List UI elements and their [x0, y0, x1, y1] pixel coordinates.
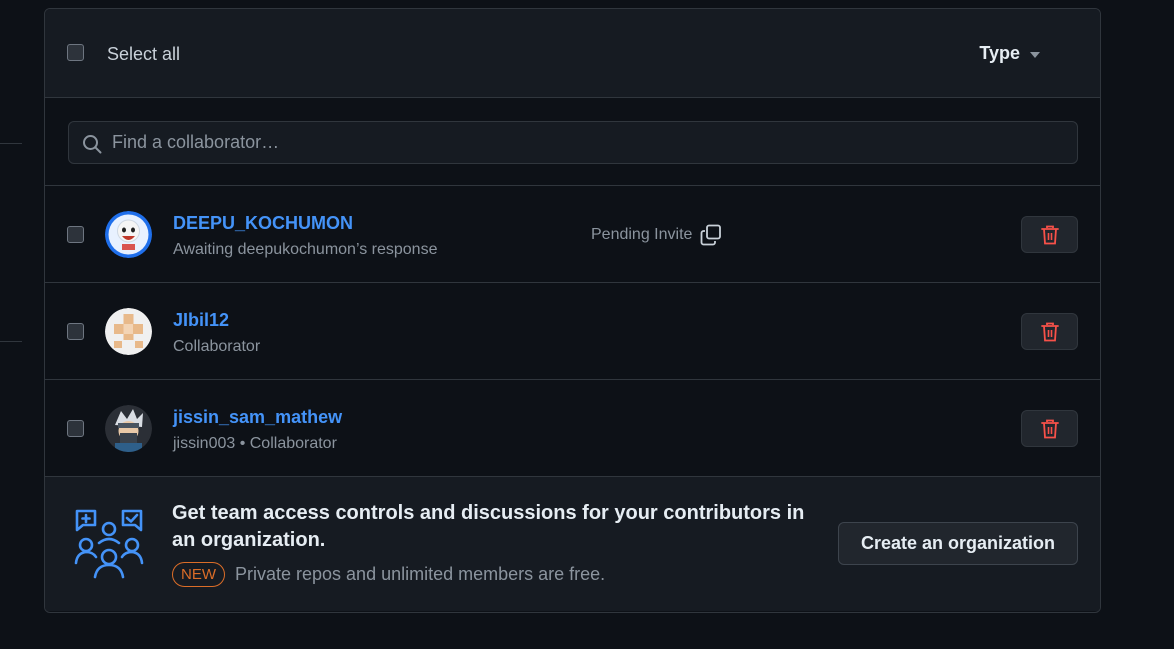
panel-header: Select all Type [45, 9, 1100, 98]
search-box [68, 121, 1078, 164]
promo-subtitle: Private repos and unlimited members are … [235, 564, 606, 584]
pending-invite-label: Pending Invite [591, 226, 693, 243]
promo-subtitle-row: NEW Private repos and unlimited members … [172, 562, 605, 587]
collaborator-name[interactable]: JIbil12 [173, 310, 229, 331]
team-people-icon [74, 509, 144, 579]
collaborator-name[interactable]: DEEPU_KOCHUMON [173, 213, 353, 234]
copy-icon[interactable] [700, 224, 722, 246]
collaborator-subtitle: Collaborator [173, 338, 261, 355]
promo-title: Get team access controls and discussions… [172, 502, 805, 551]
trash-icon [1040, 225, 1059, 244]
collaborator-subtitle: Awaiting deepukochumon’s response [173, 241, 438, 258]
create-organization-button[interactable]: Create an organization [837, 522, 1078, 565]
collaborator-row: jissin_sam_mathew jissin003 • Collaborat… [45, 380, 1100, 477]
caret-down-icon [1030, 51, 1040, 58]
collaborator-name[interactable]: jissin_sam_mathew [173, 407, 342, 428]
side-divider-1 [0, 143, 22, 144]
search-area [45, 98, 1100, 186]
search-icon [83, 135, 102, 154]
pending-invite: Pending Invite [591, 224, 722, 246]
collaborators-panel: Select all Type Find a collaborator… DEE… [44, 8, 1101, 613]
organization-promo: Get team access controls and discussions… [45, 477, 1100, 611]
remove-collaborator-button[interactable] [1021, 216, 1078, 253]
avatar [105, 308, 152, 355]
row-checkbox[interactable] [67, 420, 84, 437]
row-checkbox[interactable] [67, 226, 84, 243]
avatar [105, 211, 152, 258]
search-input[interactable] [112, 122, 1062, 163]
select-all-checkbox[interactable] [67, 44, 84, 61]
type-filter-dropdown[interactable]: Type [979, 43, 1040, 64]
collaborator-row: JIbil12 Collaborator [45, 283, 1100, 380]
remove-collaborator-button[interactable] [1021, 410, 1078, 447]
type-filter-label: Type [979, 43, 1020, 63]
new-badge: NEW [172, 562, 225, 587]
row-checkbox[interactable] [67, 323, 84, 340]
side-divider-2 [0, 341, 22, 342]
trash-icon [1040, 419, 1059, 438]
remove-collaborator-button[interactable] [1021, 313, 1078, 350]
select-all-label: Select all [107, 44, 181, 64]
trash-icon [1040, 322, 1059, 341]
collaborator-subtitle: jissin003 • Collaborator [173, 435, 337, 452]
collaborator-row: DEEPU_KOCHUMON Awaiting deepukochumon’s … [45, 186, 1100, 283]
avatar [105, 405, 152, 452]
